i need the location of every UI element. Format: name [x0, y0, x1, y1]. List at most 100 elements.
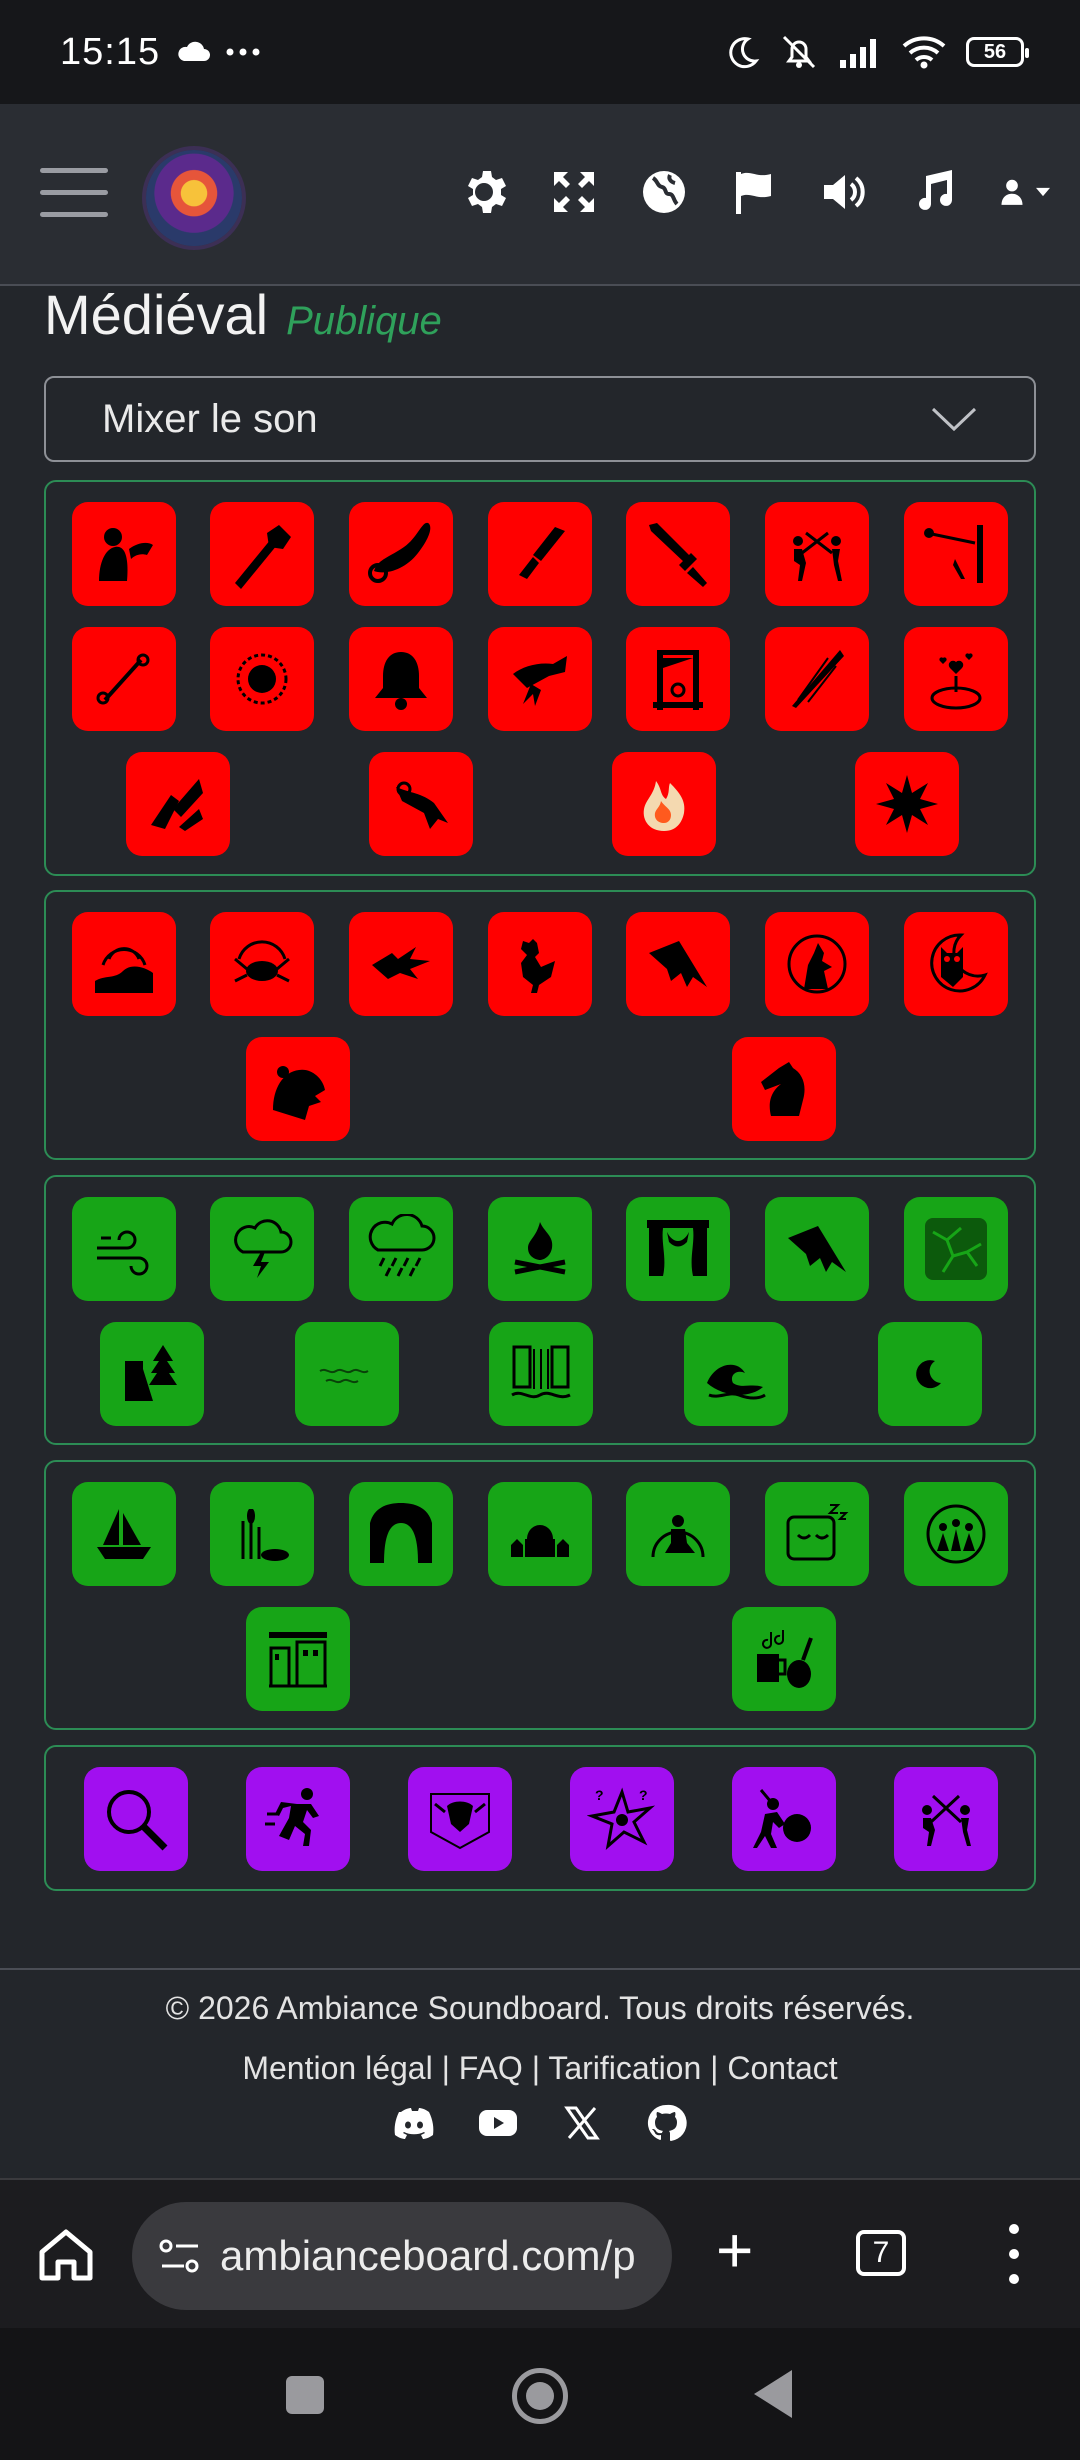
- link-mention-legal[interactable]: Mention légal: [242, 2050, 432, 2086]
- cave-icon[interactable]: [349, 1482, 453, 1586]
- waterfall-icon[interactable]: [489, 1322, 593, 1426]
- town-street-icon[interactable]: [246, 1607, 350, 1711]
- settings-gear-icon[interactable]: [458, 166, 510, 218]
- discord-icon[interactable]: [393, 2102, 435, 2144]
- volume-icon[interactable]: [818, 166, 870, 218]
- social-links: [0, 2102, 1080, 2144]
- battery-level: 56: [983, 40, 1007, 63]
- heraldry-icon[interactable]: [408, 1767, 512, 1871]
- water-ripple-icon[interactable]: [295, 1322, 399, 1426]
- moon-icon: [729, 37, 760, 69]
- theater-curtain-icon[interactable]: [626, 1197, 730, 1301]
- barbarian-horn-icon[interactable]: [72, 502, 176, 606]
- x-icon[interactable]: [561, 2102, 603, 2144]
- mixer-label: Mixer le son: [102, 396, 318, 441]
- arrow-target-icon[interactable]: [904, 502, 1008, 606]
- link-faq[interactable]: FAQ: [459, 2050, 523, 2086]
- explosion-icon[interactable]: [855, 752, 959, 856]
- crowd-party-icon[interactable]: [904, 1482, 1008, 1586]
- sound-group-creatures: [44, 890, 1036, 1160]
- wolf-howl-icon[interactable]: [765, 912, 869, 1016]
- clock: 15:15: [60, 30, 161, 73]
- bear-roar-icon[interactable]: [246, 1037, 350, 1141]
- search-icon[interactable]: [84, 1767, 188, 1871]
- knife-icon[interactable]: [488, 502, 592, 606]
- war-horn-icon[interactable]: [349, 502, 453, 606]
- bat-wing-icon[interactable]: [626, 912, 730, 1016]
- ship-icon[interactable]: [72, 1482, 176, 1586]
- night-moon-icon[interactable]: [878, 1322, 982, 1426]
- owl-icon[interactable]: [904, 912, 1008, 1016]
- sound-group-combat: [44, 480, 1036, 876]
- svg-text:?: ?: [595, 1787, 604, 1803]
- caret-down-icon: [1036, 187, 1050, 197]
- site-settings-icon[interactable]: [158, 2236, 202, 2276]
- page-title: Médiéval: [44, 283, 269, 346]
- slash-icon[interactable]: [765, 627, 869, 731]
- guillotine-icon[interactable]: [626, 627, 730, 731]
- thunderstorm-icon[interactable]: [210, 1197, 314, 1301]
- cracked-ground-icon[interactable]: [904, 1197, 1008, 1301]
- github-icon[interactable]: [645, 2102, 687, 2144]
- user-menu[interactable]: [998, 166, 1050, 218]
- crab-icon[interactable]: [210, 912, 314, 1016]
- link-tarification[interactable]: Tarification: [548, 2050, 701, 2086]
- menu-icon[interactable]: [40, 168, 108, 220]
- horse-icon[interactable]: [732, 1037, 836, 1141]
- bell-off-icon: [782, 35, 816, 69]
- youtube-icon[interactable]: [477, 2102, 519, 2144]
- new-tab-icon[interactable]: +: [716, 2218, 753, 2282]
- page-title-block: Médiéval Publique: [44, 282, 442, 347]
- fencing-icon[interactable]: [894, 1767, 998, 1871]
- app-logo[interactable]: [146, 150, 242, 246]
- earthquake-icon[interactable]: [72, 912, 176, 1016]
- dragon-breath-icon[interactable]: [369, 752, 473, 856]
- fullscreen-icon[interactable]: [548, 166, 600, 218]
- bell-icon[interactable]: [349, 627, 453, 731]
- wave-icon[interactable]: [684, 1322, 788, 1426]
- swamp-reeds-icon[interactable]: [210, 1482, 314, 1586]
- confusion-shuriken-icon[interactable]: ??: [570, 1767, 674, 1871]
- home-button[interactable]: [512, 2368, 568, 2424]
- shield-warrior-icon[interactable]: [732, 1767, 836, 1871]
- chevron-down-icon: [931, 407, 977, 432]
- address-bar[interactable]: ambianceboard.com/p: [132, 2202, 672, 2310]
- rooster-icon[interactable]: [488, 912, 592, 1016]
- forest-icon[interactable]: [100, 1322, 204, 1426]
- recents-button[interactable]: [286, 2376, 324, 2414]
- sound-group-places: [44, 1460, 1036, 1730]
- wind-icon[interactable]: [72, 1197, 176, 1301]
- campfire-icon[interactable]: [488, 1197, 592, 1301]
- flag-icon[interactable]: [728, 166, 780, 218]
- bone-icon[interactable]: [72, 627, 176, 731]
- magic-hand-icon[interactable]: [488, 627, 592, 731]
- prayer-icon[interactable]: [626, 1482, 730, 1586]
- link-contact[interactable]: Contact: [727, 2050, 837, 2086]
- copyright-text: © 2026 Ambiance Soundboard. Tous droits …: [165, 1990, 915, 2026]
- sword-strike-icon[interactable]: [626, 502, 730, 606]
- rain-icon[interactable]: [349, 1197, 453, 1301]
- more-menu-icon[interactable]: [1004, 2224, 1024, 2284]
- back-button[interactable]: [754, 2370, 792, 2418]
- mixer-dropdown[interactable]: Mixer le son: [44, 376, 1036, 462]
- visibility-tag: Publique: [286, 299, 442, 343]
- home-icon[interactable]: [36, 2224, 96, 2284]
- village-icon[interactable]: [488, 1482, 592, 1586]
- tavern-music-icon[interactable]: [732, 1607, 836, 1711]
- shards-icon[interactable]: [126, 752, 230, 856]
- club-icon[interactable]: [210, 502, 314, 606]
- love-potion-icon[interactable]: [904, 627, 1008, 731]
- music-note-icon[interactable]: [908, 166, 960, 218]
- running-man-icon[interactable]: [246, 1767, 350, 1871]
- tab-count: 7: [872, 2236, 890, 2269]
- vortex-icon[interactable]: [210, 627, 314, 731]
- wing-icon[interactable]: [765, 1197, 869, 1301]
- fire-spell-icon[interactable]: [612, 752, 716, 856]
- url-text: ambianceboard.com/p: [220, 2232, 636, 2279]
- cloud-icon: [178, 41, 211, 61]
- dragon-icon[interactable]: [349, 912, 453, 1016]
- tab-switcher[interactable]: 7: [856, 2230, 906, 2276]
- globe-icon[interactable]: [638, 166, 690, 218]
- sword-duel-icon[interactable]: [765, 502, 869, 606]
- sleep-icon[interactable]: [765, 1482, 869, 1586]
